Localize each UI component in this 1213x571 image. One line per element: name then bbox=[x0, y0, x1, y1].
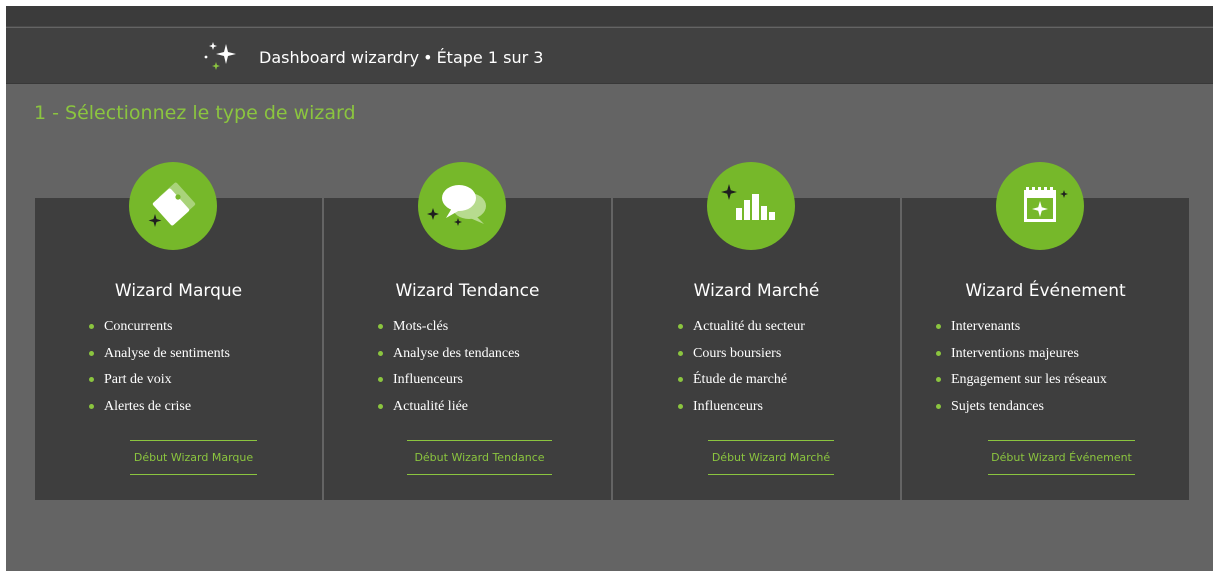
bullet-icon bbox=[378, 350, 383, 356]
start-wizard-marque-button[interactable]: Début Wizard Marque bbox=[130, 440, 257, 475]
list-item-label: Engagement sur les réseaux bbox=[951, 372, 1107, 387]
bullet-icon bbox=[678, 324, 683, 329]
wizard-title: Wizard Événement bbox=[965, 281, 1126, 301]
card-icon-circle bbox=[418, 162, 506, 250]
chat-bubbles-icon bbox=[427, 185, 486, 226]
list-item: Sujets tendances bbox=[935, 398, 1107, 425]
list-item: Engagement sur les réseaux bbox=[935, 371, 1107, 398]
wizard-card-evenement: Wizard Événement Intervenants Interventi… bbox=[902, 162, 1189, 500]
list-item-label: Concurrents bbox=[104, 319, 173, 334]
card-icon-circle bbox=[707, 162, 795, 250]
wizard-title: Wizard Marché bbox=[693, 281, 820, 301]
bullet-icon bbox=[678, 350, 683, 356]
bullet-icon bbox=[89, 324, 94, 329]
start-wizard-marche-button[interactable]: Début Wizard Marché bbox=[708, 440, 834, 475]
feature-list: Concurrents Analyse de sentiments Part d… bbox=[88, 318, 230, 424]
list-item-label: Actualité liée bbox=[393, 398, 469, 414]
bullet-icon bbox=[678, 403, 683, 409]
bar-chart-icon bbox=[721, 184, 775, 220]
bullet-icon bbox=[678, 377, 683, 382]
bullet-icon bbox=[936, 324, 941, 329]
list-item-label: Influenceurs bbox=[693, 398, 763, 414]
list-item-label: Actualité du secteur bbox=[693, 319, 805, 334]
list-item: Alertes de crise bbox=[88, 398, 230, 425]
bullet-icon bbox=[936, 377, 941, 382]
step-indicator: Étape 1 sur 3 bbox=[436, 48, 544, 67]
step-heading: 1 - Sélectionnez le type de wizard bbox=[34, 102, 356, 124]
list-item-label: Influenceurs bbox=[393, 372, 463, 387]
wizard-card-marche: Wizard Marché Actualité du secteur Cours… bbox=[613, 162, 900, 500]
calendar-icon bbox=[1024, 187, 1068, 222]
wizard-cards: Wizard Marque Concurrents Analyse de sen… bbox=[35, 162, 1189, 500]
list-item: Mots-clés bbox=[377, 318, 520, 345]
list-item-label: Analyse de sentiments bbox=[104, 345, 230, 361]
list-item-label: Étude de marché bbox=[693, 372, 788, 387]
list-item-label: Intervenants bbox=[951, 319, 1021, 334]
list-item: Concurrents bbox=[88, 318, 230, 345]
tag-icon bbox=[148, 182, 196, 227]
start-wizard-evenement-button[interactable]: Début Wizard Événement bbox=[988, 440, 1135, 475]
top-bar bbox=[6, 6, 1213, 27]
app-window: Dashboard wizardry • Étape 1 sur 3 1 - Sél… bbox=[6, 6, 1213, 571]
header: Dashboard wizardry • Étape 1 sur 3 bbox=[6, 28, 1213, 84]
sparkle-logo-icon bbox=[204, 42, 236, 70]
bullet-icon bbox=[936, 350, 941, 356]
card-icon-circle bbox=[129, 162, 217, 250]
wizard-card-tendance: Wizard Tendance Mots-clés Analyse des te… bbox=[324, 162, 611, 500]
list-item: Cours boursiers bbox=[677, 345, 805, 372]
bullet-icon bbox=[89, 350, 94, 356]
title-separator: • bbox=[423, 48, 433, 67]
bullet-icon bbox=[378, 324, 383, 329]
list-item: Influenceurs bbox=[377, 371, 520, 398]
bullet-icon bbox=[89, 403, 94, 409]
list-item-label: Part de voix bbox=[104, 372, 172, 387]
list-item: Interventions majeures bbox=[935, 345, 1107, 372]
feature-list: Actualité du secteur Cours boursiers Étu… bbox=[677, 318, 805, 424]
dashboard-title: Dashboard wizardry bbox=[259, 48, 420, 67]
header-title: Dashboard wizardry • Étape 1 sur 3 bbox=[259, 48, 543, 67]
list-item: Analyse de sentiments bbox=[88, 345, 230, 372]
list-item: Intervenants bbox=[935, 318, 1107, 345]
list-item-label: Analyse des tendances bbox=[393, 345, 520, 361]
list-item: Actualité du secteur bbox=[677, 318, 805, 345]
bullet-icon bbox=[378, 403, 383, 409]
start-wizard-tendance-button[interactable]: Début Wizard Tendance bbox=[407, 440, 552, 475]
list-item-label: Alertes de crise bbox=[104, 398, 192, 414]
list-item: Influenceurs bbox=[677, 398, 805, 425]
wizard-card-marque: Wizard Marque Concurrents Analyse de sen… bbox=[35, 162, 322, 500]
bullet-icon bbox=[936, 403, 941, 409]
bullet-icon bbox=[89, 377, 94, 382]
bullet-icon bbox=[378, 377, 383, 382]
list-item: Étude de marché bbox=[677, 371, 805, 398]
list-item-label: Cours boursiers bbox=[693, 345, 782, 361]
list-item: Actualité liée bbox=[377, 398, 520, 425]
feature-list: Intervenants Interventions majeures Enga… bbox=[935, 318, 1107, 424]
list-item-label: Sujets tendances bbox=[951, 398, 1044, 414]
list-item-label: Interventions majeures bbox=[951, 345, 1079, 361]
wizard-title: Wizard Marque bbox=[114, 281, 243, 301]
list-item-label: Mots-clés bbox=[393, 319, 449, 334]
list-item: Analyse des tendances bbox=[377, 345, 520, 372]
feature-list: Mots-clés Analyse des tendances Influenc… bbox=[377, 318, 520, 424]
card-icon-circle bbox=[996, 162, 1084, 250]
list-item: Part de voix bbox=[88, 371, 230, 398]
wizard-title: Wizard Tendance bbox=[395, 281, 540, 301]
